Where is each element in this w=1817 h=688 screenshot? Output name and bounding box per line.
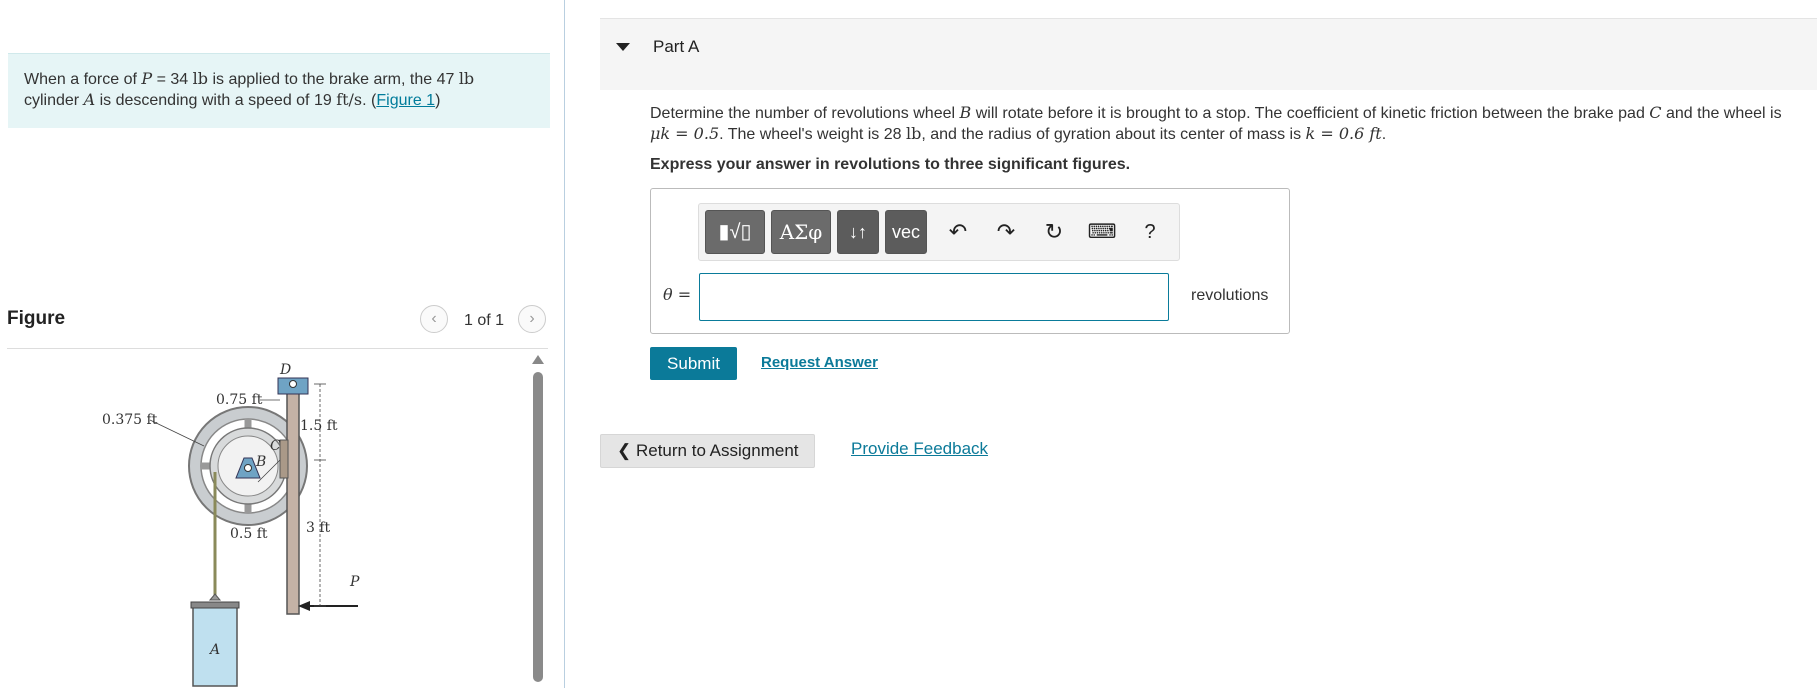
right-panel: Part A Determine the number of revolutio… bbox=[600, 0, 1817, 688]
left-panel: When a force of P = 34 lb is applied to … bbox=[0, 0, 565, 688]
problem-text: is descending with a speed of 19 bbox=[95, 92, 337, 109]
hook bbox=[208, 593, 222, 601]
problem-text: ) bbox=[435, 92, 441, 109]
keyboard-icon[interactable]: ⌨ bbox=[1084, 210, 1120, 254]
unit-lb: lb bbox=[905, 124, 922, 143]
label-0-5ft: 0.5 ft bbox=[230, 526, 268, 542]
answer-instruction: Express your answer in revolutions to th… bbox=[650, 156, 1131, 173]
undo-icon[interactable]: ↶ bbox=[940, 210, 976, 254]
part-title: Part A bbox=[653, 37, 700, 56]
part-header[interactable]: Part A bbox=[600, 18, 1817, 90]
previous-figure-button[interactable]: ‹ bbox=[420, 305, 448, 333]
label-D: D bbox=[279, 362, 291, 378]
help-icon[interactable]: ? bbox=[1132, 210, 1168, 254]
question-segment: , and the radius of gyration about its c… bbox=[921, 126, 1306, 143]
problem-unit: lb bbox=[458, 69, 475, 88]
question-text: Determine the number of revolutions whee… bbox=[650, 103, 1817, 145]
problem-text: is applied to the brake arm, the 47 bbox=[208, 71, 459, 88]
label-P: P bbox=[349, 574, 360, 590]
label-3ft: 3 ft bbox=[306, 520, 331, 536]
brake-pad-C bbox=[279, 439, 289, 479]
reset-icon[interactable]: ↻ bbox=[1036, 210, 1072, 254]
collapse-caret-icon[interactable] bbox=[616, 43, 630, 51]
brake-arm bbox=[286, 383, 300, 615]
problem-unit: ft/s bbox=[336, 90, 363, 109]
label-top-dim: 0.75 ft bbox=[216, 392, 263, 408]
question-segment: . bbox=[1381, 126, 1387, 143]
next-figure-button[interactable]: › bbox=[518, 305, 546, 333]
return-to-assignment-button[interactable]: ❮ Return to Assignment bbox=[600, 434, 815, 468]
math-toolbar: ▮√▯ ΑΣφ ↓↑ vec ↶ ↷ ↻ ⌨ ? bbox=[698, 203, 1180, 261]
request-answer-link[interactable]: Request Answer bbox=[761, 354, 878, 371]
label-C: C bbox=[270, 438, 281, 454]
answer-label: θ = bbox=[663, 285, 692, 304]
figure-link[interactable]: Figure 1 bbox=[376, 92, 435, 109]
question-segment: Determine the number of revolutions whee… bbox=[650, 105, 960, 122]
answer-unit: revolutions bbox=[1191, 287, 1269, 304]
scroll-up-arrow-icon[interactable] bbox=[532, 355, 544, 364]
figure-title: Figure bbox=[7, 308, 66, 329]
label-A: A bbox=[208, 642, 220, 658]
problem-A-symbol: A bbox=[83, 90, 96, 109]
symbol-B: B bbox=[959, 103, 972, 122]
brake-diagram: 0.75 ft 0.375 ft D C B 1.5 ft 0.5 ft 3 f… bbox=[102, 362, 360, 687]
problem-statement: When a force of P = 34 lb is applied to … bbox=[8, 53, 550, 128]
templates-button[interactable]: ▮√▯ bbox=[705, 210, 765, 254]
label-left-dim: 0.375 ft bbox=[102, 412, 158, 428]
problem-P-symbol: P bbox=[141, 69, 153, 88]
cylinder-cap bbox=[190, 601, 240, 609]
figure-counter: 1 of 1 bbox=[464, 312, 505, 329]
label-1-5ft: 1.5 ft bbox=[300, 418, 338, 434]
answer-box: ▮√▯ ΑΣφ ↓↑ vec ↶ ↷ ↻ ⌨ ? θ = revolutions bbox=[650, 188, 1290, 334]
redo-icon[interactable]: ↷ bbox=[988, 210, 1024, 254]
problem-text: When a force of bbox=[24, 71, 142, 88]
force-P-arrowhead bbox=[298, 601, 310, 611]
figure-scrollbar[interactable] bbox=[532, 355, 544, 685]
friction-coefficient: μk = 0.5 bbox=[650, 124, 720, 143]
radius-of-gyration: k = 0.6 ft bbox=[1305, 124, 1382, 143]
answer-input[interactable] bbox=[699, 273, 1169, 321]
scrollbar-thumb[interactable] bbox=[533, 372, 543, 682]
vector-button[interactable]: vec bbox=[885, 210, 927, 254]
problem-unit: lb bbox=[192, 69, 208, 88]
question-segment: and the wheel is bbox=[1661, 105, 1782, 122]
question-segment: . The wheel's weight is 28 bbox=[719, 126, 906, 143]
problem-text: = 34 bbox=[152, 71, 193, 88]
figure-image: 0.75 ft 0.375 ft D C B 1.5 ft 0.5 ft 3 f… bbox=[100, 360, 440, 688]
pivot-pin bbox=[289, 380, 297, 388]
symbol-C: C bbox=[1649, 103, 1662, 122]
submit-button[interactable]: Submit bbox=[650, 347, 737, 380]
problem-text: cylinder bbox=[24, 92, 84, 109]
figure-header: Figure ‹ 1 of 1 › bbox=[7, 305, 548, 349]
hub-pin bbox=[244, 464, 252, 472]
problem-text: . ( bbox=[362, 92, 377, 109]
provide-feedback-link[interactable]: Provide Feedback bbox=[851, 439, 988, 459]
label-B: B bbox=[255, 454, 266, 470]
greek-symbols-button[interactable]: ΑΣφ bbox=[771, 210, 831, 254]
question-segment: will rotate before it is brought to a st… bbox=[971, 105, 1650, 122]
updown-arrows-button[interactable]: ↓↑ bbox=[837, 210, 879, 254]
